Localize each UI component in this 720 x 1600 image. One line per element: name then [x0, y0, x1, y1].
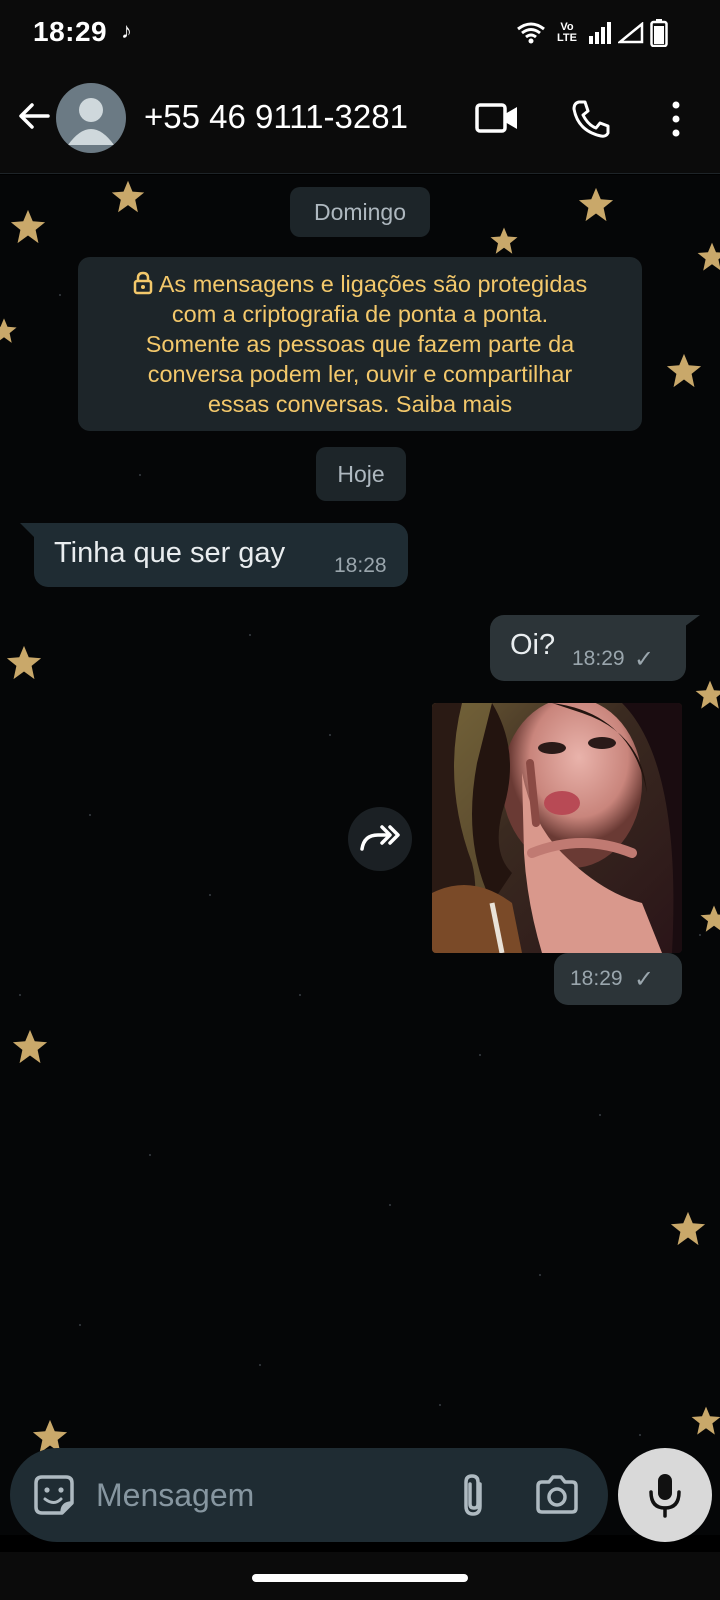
wifi-icon	[517, 22, 545, 44]
image-time-pill: 18:29 ✓	[554, 953, 682, 1005]
forward-icon	[360, 825, 400, 851]
system-nav-bar	[0, 1552, 720, 1600]
encryption-text-3: Somente as pessoas que fazem parte da	[145, 331, 575, 357]
date-label-today: Hoje	[316, 447, 406, 501]
photo-image	[432, 703, 682, 953]
mic-button[interactable]	[618, 1448, 712, 1542]
message-time: 18:29	[570, 967, 623, 990]
outgoing-message[interactable]: Oi? 18:29 ✓	[490, 615, 686, 681]
incoming-bubble-tail	[20, 523, 34, 537]
signal-icon	[589, 22, 611, 44]
encryption-text-5: essas conversas. Saiba mais	[207, 391, 513, 417]
encryption-notice[interactable]: As mensagens e ligações são protegidas c…	[78, 257, 642, 431]
video-call-icon[interactable]	[474, 98, 520, 138]
mic-icon	[649, 1474, 681, 1518]
encryption-line-1: As mensagens e ligações são protegidas	[96, 269, 624, 299]
phone-call-icon[interactable]	[570, 98, 612, 140]
status-bar: 18:29 ♪ Vo LTED	[0, 0, 720, 66]
forward-button[interactable]	[348, 807, 412, 871]
encryption-text-4: conversa podem ler, ouvir e compartilhar	[147, 361, 573, 387]
music-note-icon: ♪	[121, 18, 132, 43]
sent-check-icon: ✓	[634, 966, 655, 993]
incoming-message[interactable]: Tinha que ser gay 18:28	[34, 523, 408, 587]
status-time: 18:29	[33, 16, 108, 47]
sent-check-icon: ✓	[634, 646, 655, 673]
encryption-text-1: As mensagens e ligações são protegidas	[158, 271, 588, 297]
message-input[interactable]	[96, 1468, 426, 1522]
message-text: Oi?	[510, 629, 556, 661]
chat-area[interactable]: Domingo As mensagens e ligações são prot…	[0, 175, 720, 1535]
message-composer	[10, 1448, 608, 1542]
default-avatar-icon	[68, 98, 114, 145]
battery-icon	[650, 19, 668, 47]
attach-clip-icon[interactable]	[454, 1470, 494, 1520]
contact-name[interactable]: +55 46 9111-3281	[144, 98, 408, 136]
avatar[interactable]	[56, 83, 126, 153]
status-icons: Vo LTED	[516, 18, 668, 48]
image-message[interactable]	[432, 703, 682, 953]
camera-icon[interactable]	[534, 1472, 580, 1518]
home-gesture-handle[interactable]	[252, 1574, 468, 1582]
signal-outline-icon	[618, 22, 644, 44]
date-label-sunday: Domingo	[290, 187, 430, 237]
lock-icon	[133, 271, 152, 295]
volte-bottom-label: LTE	[557, 32, 577, 44]
message-time: 18:29	[572, 647, 625, 670]
sticker-icon[interactable]	[32, 1473, 76, 1517]
chat-header: +55 46 9111-3281	[0, 66, 720, 174]
message-text: Tinha que ser gay	[54, 537, 286, 569]
more-vert-icon[interactable]	[664, 98, 688, 140]
message-time: 18:28	[334, 554, 387, 577]
encryption-text-2: com a criptografia de ponta a ponta.	[171, 301, 549, 327]
volte-icon: Vo LTED	[552, 22, 582, 44]
back-arrow-icon[interactable]	[14, 96, 54, 136]
